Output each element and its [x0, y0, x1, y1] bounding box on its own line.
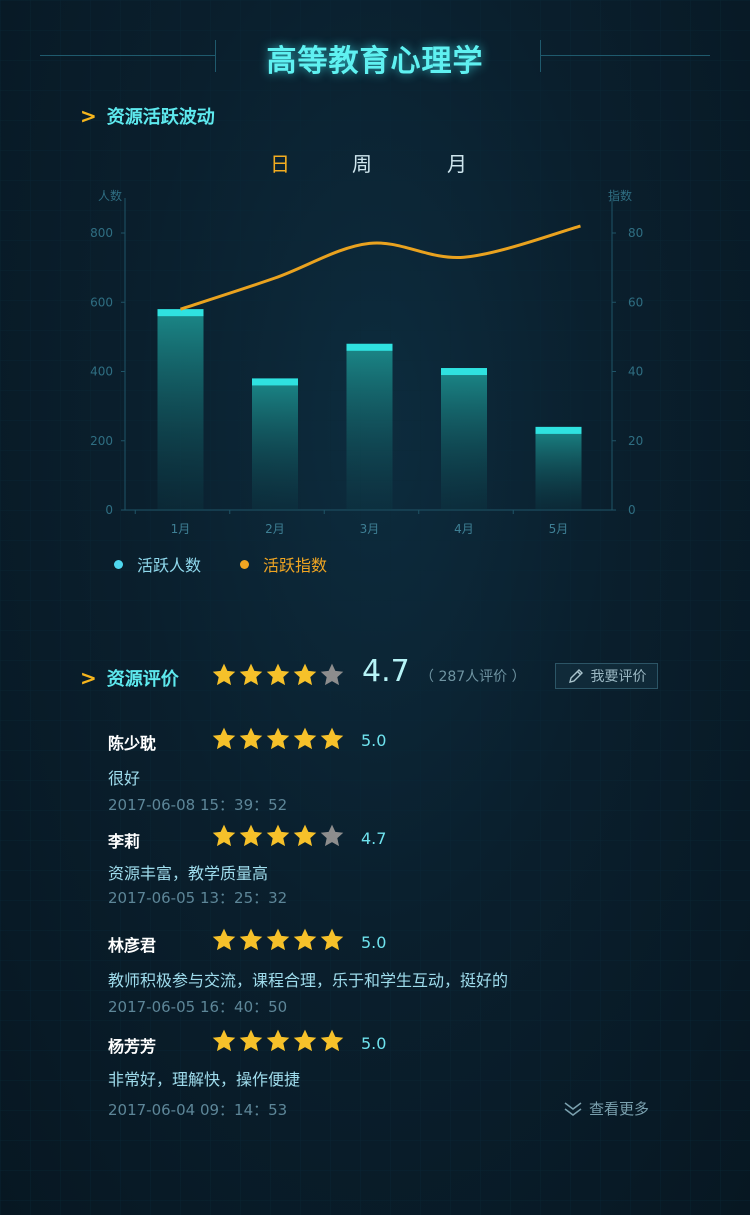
chevron-right-icon: > — [80, 666, 97, 690]
reviewer-name: 杨芳芳 — [108, 1037, 157, 1056]
star-empty-icon — [320, 824, 344, 847]
reviewer-name: 李莉 — [108, 832, 141, 851]
star-filled-icon — [293, 1029, 317, 1052]
y-left-tick-label: 0 — [105, 503, 113, 517]
star-filled-icon — [239, 824, 263, 847]
review-score: 5.0 — [361, 1034, 387, 1053]
x-tick-label: 2月 — [265, 522, 285, 536]
review-star-rating — [211, 927, 346, 953]
y-right-tick-label: 60 — [628, 295, 643, 309]
rate-button-label: 我要评价 — [590, 669, 647, 685]
legend-label: 活跃人数 — [137, 556, 202, 575]
average-star-rating — [211, 662, 346, 688]
tab-day[interactable]: 日 — [270, 148, 290, 177]
star-empty-icon — [320, 663, 344, 686]
review-time: 2017-06-05 16：40：50 — [108, 998, 288, 1016]
y-left-tick-label: 400 — [90, 365, 113, 379]
bar-active-users — [157, 309, 204, 510]
review-comment: 资源丰富，教学质量高 — [108, 864, 269, 883]
review-star-rating — [211, 726, 346, 752]
bar-cap — [157, 309, 204, 317]
bar-active-users — [252, 378, 298, 510]
star-filled-icon — [239, 928, 263, 951]
star-filled-icon — [293, 928, 317, 951]
legend-item-index: 活跃指数 — [240, 552, 327, 576]
x-tick-label: 5月 — [549, 522, 569, 536]
y-left-tick-label: 600 — [90, 295, 113, 309]
review-comment: 非常好，理解快，操作便捷 — [108, 1070, 301, 1089]
review-time: 2017-06-04 09：14：53 — [108, 1101, 288, 1119]
star-filled-icon — [239, 727, 263, 750]
star-filled-icon — [320, 1029, 344, 1052]
star-filled-icon — [266, 928, 290, 951]
star-filled-icon — [293, 824, 317, 847]
review-time: 2017-06-05 13：25：32 — [108, 889, 288, 907]
rating-count: （ 287人评价 ） — [420, 669, 526, 685]
bar-active-users — [535, 426, 582, 510]
legend-dot-icon — [114, 559, 123, 569]
page-title: 高等教育心理学 — [266, 44, 484, 79]
star-filled-icon — [212, 928, 236, 951]
series-line-active-index — [180, 224, 581, 311]
star-filled-icon — [239, 663, 263, 686]
review-comment: 教师积极参与交流，课程合理，乐于和学生互动，挺好的 — [108, 971, 509, 990]
y-left-tick-label: 800 — [90, 226, 113, 240]
rate-button[interactable]: 我要评价 — [555, 663, 658, 689]
y-left-tick-label: 200 — [90, 434, 113, 448]
star-filled-icon — [320, 727, 344, 750]
review-score: 5.0 — [361, 933, 387, 952]
x-tick-label: 1月 — [171, 522, 191, 536]
tab-month[interactable]: 月 — [447, 148, 467, 177]
y-right-tick-label: 0 — [628, 503, 636, 517]
star-filled-icon — [266, 727, 290, 750]
activity-section-header: > 资源活跃波动 — [80, 103, 215, 129]
star-filled-icon — [212, 663, 236, 686]
star-filled-icon — [266, 824, 290, 847]
star-filled-icon — [239, 1029, 263, 1052]
review-star-rating — [211, 823, 346, 849]
double-chevron-down-icon — [564, 1101, 582, 1116]
rating-section-title: 资源评价 — [106, 669, 179, 690]
activity-section-title: 资源活跃波动 — [106, 107, 215, 128]
y-right-tick-label: 80 — [628, 226, 643, 240]
y-right-tick-label: 40 — [628, 365, 643, 379]
tab-week[interactable]: 周 — [352, 148, 372, 177]
x-tick-label: 4月 — [454, 522, 474, 536]
bar-cap — [346, 343, 393, 351]
y-right-label: 指数 — [608, 188, 632, 203]
rating-section-header: > 资源评价 — [80, 665, 179, 691]
chevron-right-icon: > — [80, 104, 97, 128]
review-score: 5.0 — [361, 731, 387, 750]
legend-item-users: 活跃人数 — [114, 552, 201, 576]
review-time: 2017-06-08 15：39：52 — [108, 796, 288, 814]
view-more-label: 查看更多 — [589, 1100, 650, 1118]
y-right-tick-label: 20 — [628, 434, 643, 448]
y-left-label: 人数 — [98, 188, 122, 203]
bar-active-users — [346, 343, 393, 510]
reviewer-name: 陈少耽 — [108, 734, 157, 753]
legend-dot-icon — [240, 559, 249, 569]
star-filled-icon — [266, 663, 290, 686]
review-star-rating — [211, 1028, 346, 1054]
star-filled-icon — [212, 1029, 236, 1052]
activity-chart: 人数 指数 0 200 400 600 800 0 20 40 60 80 1月 2月 3月 4月 5月 — [90, 188, 643, 536]
view-more-link[interactable]: 查看更多 — [563, 1098, 649, 1119]
legend-label: 活跃指数 — [263, 556, 328, 575]
star-filled-icon — [293, 727, 317, 750]
star-filled-icon — [293, 663, 317, 686]
pencil-icon — [568, 669, 583, 683]
star-filled-icon — [212, 727, 236, 750]
reviewer-name: 林彦君 — [108, 936, 157, 955]
review-comment: 很好 — [108, 769, 141, 788]
bar-cap — [535, 426, 582, 434]
x-tick-label: 3月 — [360, 522, 380, 536]
bar-active-users — [441, 368, 487, 510]
star-filled-icon — [266, 1029, 290, 1052]
star-filled-icon — [212, 824, 236, 847]
review-score: 4.7 — [361, 829, 387, 848]
average-score: 4.7 — [362, 654, 410, 689]
star-filled-icon — [320, 928, 344, 951]
bar-cap — [252, 378, 298, 386]
bar-cap — [441, 368, 487, 376]
